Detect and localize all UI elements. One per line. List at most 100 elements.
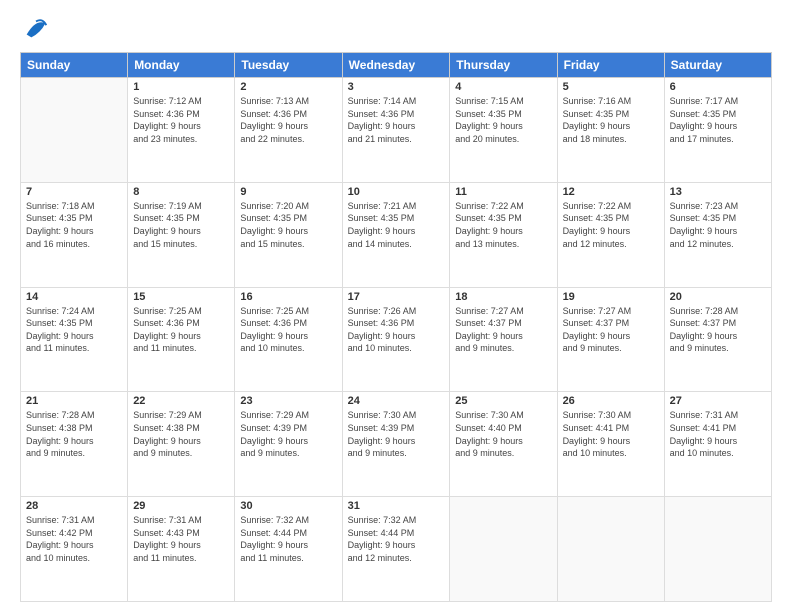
- day-number: 17: [348, 291, 445, 303]
- calendar-cell: 12 Sunrise: 7:22 AMSunset: 4:35 PMDayligh…: [557, 182, 664, 287]
- day-number: 29: [133, 500, 229, 512]
- day-number: 14: [26, 291, 122, 303]
- day-number: 16: [240, 291, 336, 303]
- day-info: Sunrise: 7:29 AMSunset: 4:39 PMDaylight:…: [240, 409, 336, 459]
- day-info: Sunrise: 7:17 AMSunset: 4:35 PMDaylight:…: [670, 95, 766, 145]
- day-info: Sunrise: 7:30 AMSunset: 4:41 PMDaylight:…: [563, 409, 659, 459]
- calendar-cell: 21Sunrise: 7:28 AMSunset: 4:38 PMDayligh…: [21, 392, 128, 497]
- logo-icon: [22, 14, 50, 42]
- day-info: Sunrise: 7:31 AMSunset: 4:42 PMDaylight:…: [26, 514, 122, 564]
- day-info: Sunrise: 7:28 AMSunset: 4:38 PMDaylight:…: [26, 409, 122, 459]
- day-number: 3: [348, 81, 445, 93]
- calendar-cell: 29 Sunrise: 7:31 AMSunset: 4:43 PMDayligh…: [128, 497, 235, 602]
- day-number: 15: [133, 291, 229, 303]
- calendar-cell: 9 Sunrise: 7:20 AMSunset: 4:35 PMDaylight…: [235, 182, 342, 287]
- calendar-cell: 26 Sunrise: 7:30 AMSunset: 4:41 PMDayligh…: [557, 392, 664, 497]
- day-number: 22: [133, 395, 229, 407]
- calendar-cell: [664, 497, 771, 602]
- day-info: Sunrise: 7:22 AMSunset: 4:35 PMDaylight:…: [563, 200, 659, 250]
- day-info: Sunrise: 7:24 AMSunset: 4:35 PMDaylight:…: [26, 305, 122, 355]
- calendar-header-row: SundayMondayTuesdayWednesdayThursdayFrid…: [21, 53, 772, 78]
- day-info: Sunrise: 7:29 AMSunset: 4:38 PMDaylight:…: [133, 409, 229, 459]
- day-info: Sunrise: 7:25 AMSunset: 4:36 PMDaylight:…: [240, 305, 336, 355]
- calendar-header-thursday: Thursday: [450, 53, 557, 78]
- day-number: 20: [670, 291, 766, 303]
- calendar-cell: 5 Sunrise: 7:16 AMSunset: 4:35 PMDaylight…: [557, 78, 664, 183]
- calendar-cell: 8Sunrise: 7:19 AMSunset: 4:35 PMDaylight…: [128, 182, 235, 287]
- calendar-cell: 17Sunrise: 7:26 AMSunset: 4:36 PMDayligh…: [342, 287, 450, 392]
- day-number: 23: [240, 395, 336, 407]
- day-info: Sunrise: 7:31 AMSunset: 4:43 PMDaylight:…: [133, 514, 229, 564]
- header: [20, 18, 772, 42]
- calendar-cell: 3 Sunrise: 7:14 AMSunset: 4:36 PMDaylight…: [342, 78, 450, 183]
- day-number: 24: [348, 395, 445, 407]
- calendar-cell: 20 Sunrise: 7:28 AMSunset: 4:37 PMDayligh…: [664, 287, 771, 392]
- calendar-cell: [450, 497, 557, 602]
- day-info: Sunrise: 7:12 AMSunset: 4:36 PMDaylight:…: [133, 95, 229, 145]
- day-number: 1: [133, 81, 229, 93]
- day-info: Sunrise: 7:20 AMSunset: 4:35 PMDaylight:…: [240, 200, 336, 250]
- day-number: 28: [26, 500, 122, 512]
- calendar-cell: 11 Sunrise: 7:22 AMSunset: 4:35 PMDayligh…: [450, 182, 557, 287]
- week-row-4: 21Sunrise: 7:28 AMSunset: 4:38 PMDayligh…: [21, 392, 772, 497]
- day-number: 19: [563, 291, 659, 303]
- day-info: Sunrise: 7:16 AMSunset: 4:35 PMDaylight:…: [563, 95, 659, 145]
- day-info: Sunrise: 7:32 AMSunset: 4:44 PMDaylight:…: [240, 514, 336, 564]
- day-info: Sunrise: 7:25 AMSunset: 4:36 PMDaylight:…: [133, 305, 229, 355]
- calendar-cell: 14 Sunrise: 7:24 AMSunset: 4:35 PMDayligh…: [21, 287, 128, 392]
- day-number: 12: [563, 186, 659, 198]
- calendar-cell: 31 Sunrise: 7:32 AMSunset: 4:44 PMDayligh…: [342, 497, 450, 602]
- day-number: 11: [455, 186, 551, 198]
- calendar-table: SundayMondayTuesdayWednesdayThursdayFrid…: [20, 52, 772, 602]
- day-number: 6: [670, 81, 766, 93]
- week-row-1: 1 Sunrise: 7:12 AMSunset: 4:36 PMDaylight…: [21, 78, 772, 183]
- day-info: Sunrise: 7:22 AMSunset: 4:35 PMDaylight:…: [455, 200, 551, 250]
- calendar-header-sunday: Sunday: [21, 53, 128, 78]
- day-number: 2: [240, 81, 336, 93]
- week-row-2: 7 Sunrise: 7:18 AMSunset: 4:35 PMDaylight…: [21, 182, 772, 287]
- day-number: 30: [240, 500, 336, 512]
- day-info: Sunrise: 7:28 AMSunset: 4:37 PMDaylight:…: [670, 305, 766, 355]
- day-info: Sunrise: 7:21 AMSunset: 4:35 PMDaylight:…: [348, 200, 445, 250]
- day-info: Sunrise: 7:23 AMSunset: 4:35 PMDaylight:…: [670, 200, 766, 250]
- calendar-cell: 16 Sunrise: 7:25 AMSunset: 4:36 PMDayligh…: [235, 287, 342, 392]
- day-info: Sunrise: 7:30 AMSunset: 4:39 PMDaylight:…: [348, 409, 445, 459]
- day-number: 7: [26, 186, 122, 198]
- calendar-cell: 13Sunrise: 7:23 AMSunset: 4:35 PMDayligh…: [664, 182, 771, 287]
- calendar-cell: 27 Sunrise: 7:31 AMSunset: 4:41 PMDayligh…: [664, 392, 771, 497]
- calendar-cell: 6 Sunrise: 7:17 AMSunset: 4:35 PMDaylight…: [664, 78, 771, 183]
- day-number: 10: [348, 186, 445, 198]
- calendar-header-monday: Monday: [128, 53, 235, 78]
- day-info: Sunrise: 7:27 AMSunset: 4:37 PMDaylight:…: [563, 305, 659, 355]
- day-number: 5: [563, 81, 659, 93]
- calendar-cell: 2 Sunrise: 7:13 AMSunset: 4:36 PMDaylight…: [235, 78, 342, 183]
- calendar-cell: 15 Sunrise: 7:25 AMSunset: 4:36 PMDayligh…: [128, 287, 235, 392]
- calendar-header-friday: Friday: [557, 53, 664, 78]
- day-info: Sunrise: 7:31 AMSunset: 4:41 PMDaylight:…: [670, 409, 766, 459]
- day-info: Sunrise: 7:18 AMSunset: 4:35 PMDaylight:…: [26, 200, 122, 250]
- day-info: Sunrise: 7:30 AMSunset: 4:40 PMDaylight:…: [455, 409, 551, 459]
- week-row-5: 28 Sunrise: 7:31 AMSunset: 4:42 PMDayligh…: [21, 497, 772, 602]
- calendar-cell: 1 Sunrise: 7:12 AMSunset: 4:36 PMDaylight…: [128, 78, 235, 183]
- calendar-cell: 4Sunrise: 7:15 AMSunset: 4:35 PMDaylight…: [450, 78, 557, 183]
- calendar-cell: 19 Sunrise: 7:27 AMSunset: 4:37 PMDayligh…: [557, 287, 664, 392]
- calendar-cell: [557, 497, 664, 602]
- day-info: Sunrise: 7:14 AMSunset: 4:36 PMDaylight:…: [348, 95, 445, 145]
- day-number: 31: [348, 500, 445, 512]
- day-info: Sunrise: 7:13 AMSunset: 4:36 PMDaylight:…: [240, 95, 336, 145]
- calendar-header-wednesday: Wednesday: [342, 53, 450, 78]
- calendar-cell: 10 Sunrise: 7:21 AMSunset: 4:35 PMDayligh…: [342, 182, 450, 287]
- day-number: 9: [240, 186, 336, 198]
- day-number: 25: [455, 395, 551, 407]
- day-number: 27: [670, 395, 766, 407]
- day-number: 18: [455, 291, 551, 303]
- day-number: 4: [455, 81, 551, 93]
- week-row-3: 14 Sunrise: 7:24 AMSunset: 4:35 PMDayligh…: [21, 287, 772, 392]
- day-number: 26: [563, 395, 659, 407]
- calendar-cell: 25 Sunrise: 7:30 AMSunset: 4:40 PMDayligh…: [450, 392, 557, 497]
- calendar-header-tuesday: Tuesday: [235, 53, 342, 78]
- day-info: Sunrise: 7:32 AMSunset: 4:44 PMDaylight:…: [348, 514, 445, 564]
- calendar-cell: 30 Sunrise: 7:32 AMSunset: 4:44 PMDayligh…: [235, 497, 342, 602]
- day-info: Sunrise: 7:19 AMSunset: 4:35 PMDaylight:…: [133, 200, 229, 250]
- calendar-cell: 18Sunrise: 7:27 AMSunset: 4:37 PMDayligh…: [450, 287, 557, 392]
